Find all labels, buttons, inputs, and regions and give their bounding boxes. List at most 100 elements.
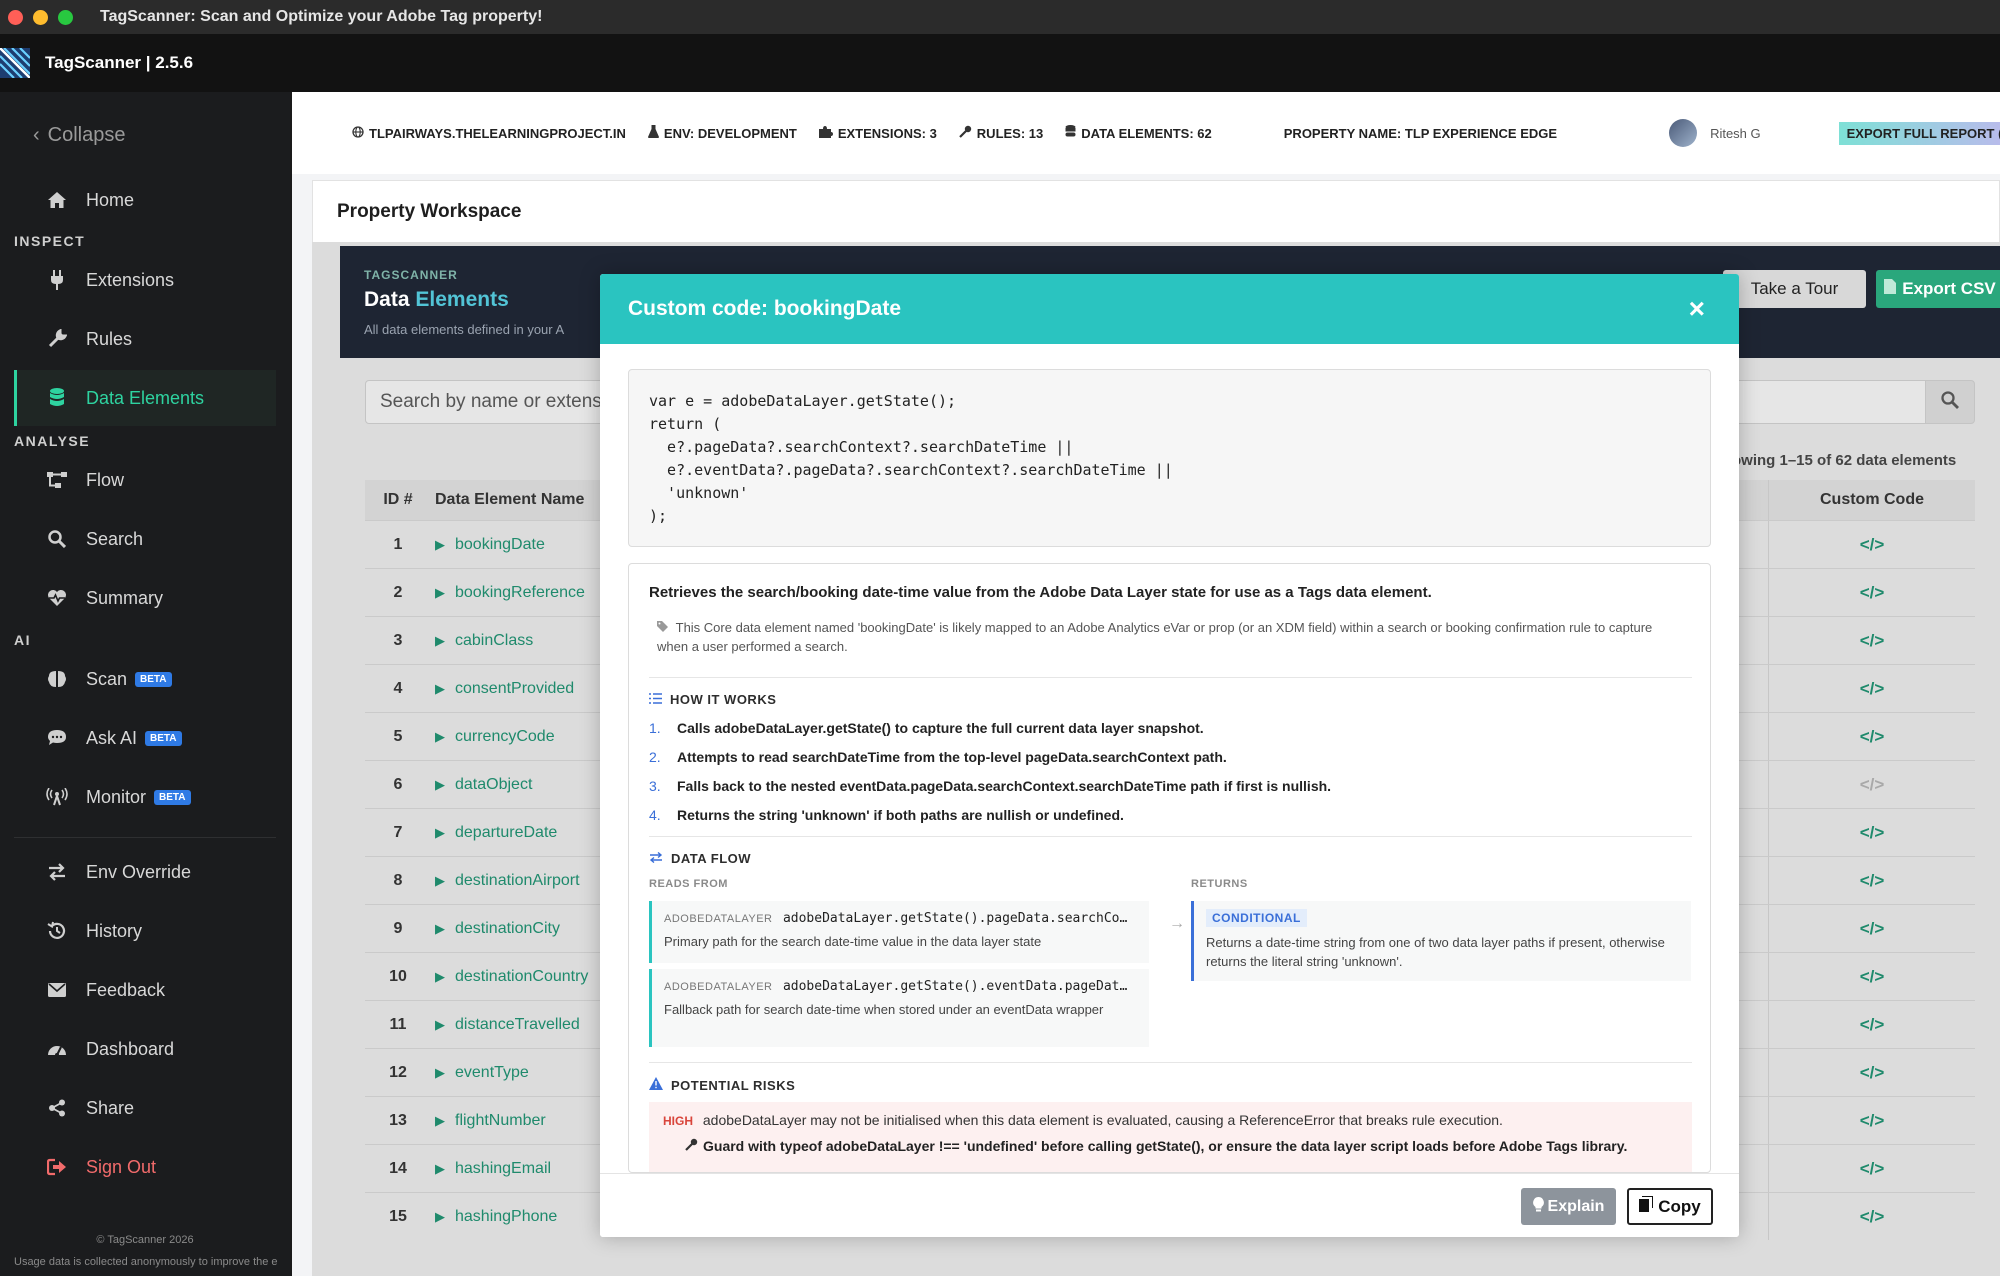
close-window-button[interactable] <box>8 9 23 25</box>
sidebar-item-label: History <box>86 920 143 941</box>
custom-code-icon[interactable]: </> <box>1768 1049 1975 1096</box>
custom-code-icon[interactable]: </> <box>1768 1193 1975 1240</box>
expand-caret-icon[interactable]: ▶ <box>435 969 445 985</box>
sidebar-item-history[interactable]: History <box>14 909 276 953</box>
domain-text: TLPAIRWAYS.THELEARNINGPROJECT.IN <box>369 125 626 141</box>
expand-caret-icon[interactable]: ▶ <box>435 1209 445 1225</box>
user-menu[interactable]: Ritesh G <box>1669 119 1761 147</box>
custom-code-icon[interactable]: </> <box>1768 617 1975 664</box>
sidebar-item-label: Scan <box>86 668 128 689</box>
sidebar-item-ask-ai[interactable]: Ask AI BETA <box>14 716 276 760</box>
expand-caret-icon[interactable]: ▶ <box>435 633 445 649</box>
sidebar-item-label: Share <box>86 1097 135 1118</box>
custom-code-icon[interactable]: </> <box>1768 521 1975 568</box>
step-text: Attempts to read searchDateTime from the… <box>677 749 1227 765</box>
app-header: TagScanner | 2.5.6 <box>0 34 2000 92</box>
window-controls <box>8 9 73 25</box>
custom-code-icon[interactable]: </> <box>1768 905 1975 952</box>
sidebar-item-data-elements[interactable]: Data Elements <box>14 370 276 426</box>
search-button[interactable] <box>1925 380 1975 424</box>
hero-eyebrow: TAGSCANNER <box>364 268 458 282</box>
expand-caret-icon[interactable]: ▶ <box>435 1161 445 1177</box>
data-element-name: flightNumber <box>455 1111 546 1129</box>
step-text: Calls adobeDataLayer.getState() to captu… <box>677 720 1204 736</box>
step-text: Falls back to the nested eventData.pageD… <box>677 778 1332 794</box>
minimize-window-button[interactable] <box>33 9 48 25</box>
expand-caret-icon[interactable]: ▶ <box>435 537 445 553</box>
export-csv-button[interactable]: Export CSV <box>1876 270 2000 308</box>
expand-caret-icon[interactable]: ▶ <box>435 1065 445 1081</box>
rules-info: RULES: 13 <box>959 125 1043 141</box>
export-full-report-button[interactable]: EXPORT FULL REPORT (.XLS <box>1838 121 2000 145</box>
data-element-name: hashingEmail <box>455 1159 552 1177</box>
sidebar-item-summary[interactable]: Summary <box>14 576 276 620</box>
hero-title-part: Data <box>364 288 410 311</box>
divider <box>649 1062 1692 1063</box>
copy-button[interactable]: Copy <box>1627 1188 1713 1225</box>
risk-line: HIGH adobeDataLayer may not be initialis… <box>663 1112 1678 1128</box>
sidebar-item-home[interactable]: Home <box>14 178 276 222</box>
maximize-window-button[interactable] <box>58 9 73 25</box>
sidebar-item-share[interactable]: Share <box>14 1086 276 1130</box>
sidebar-item-env-override[interactable]: Env Override <box>14 850 276 894</box>
collapse-button[interactable]: ‹ Collapse <box>33 124 126 147</box>
row-id: 6 <box>393 775 403 793</box>
sidebar-item-dashboard[interactable]: Dashboard <box>14 1027 276 1071</box>
row-id: 9 <box>393 919 403 937</box>
sidebar-item-flow[interactable]: Flow <box>14 458 276 502</box>
custom-code-icon[interactable]: </> <box>1768 761 1975 808</box>
warning-triangle-icon <box>649 1077 663 1093</box>
expand-caret-icon[interactable]: ▶ <box>435 873 445 889</box>
expand-caret-icon[interactable]: ▶ <box>435 1113 445 1129</box>
data-flow-heading: DATA FLOW <box>649 851 751 866</box>
expand-caret-icon[interactable]: ▶ <box>435 1017 445 1033</box>
row-id: 5 <box>393 727 403 745</box>
custom-code-icon[interactable]: </> <box>1768 1001 1975 1048</box>
source-desc: Primary path for the search date-time va… <box>664 934 1042 949</box>
custom-code-modal: Custom code: bookingDate × var e = adobe… <box>600 274 1739 1237</box>
custom-code-icon[interactable]: </> <box>1768 713 1975 760</box>
copy-icon <box>1639 1195 1655 1217</box>
expand-caret-icon[interactable]: ▶ <box>435 585 445 601</box>
close-icon[interactable]: × <box>1689 295 1705 323</box>
data-element-name: departureDate <box>455 823 558 841</box>
custom-code-icon[interactable]: </> <box>1768 953 1975 1000</box>
collapse-label: Collapse <box>47 124 126 146</box>
expand-caret-icon[interactable]: ▶ <box>435 777 445 793</box>
broadcast-tower-icon <box>42 788 72 806</box>
sidebar-item-monitor[interactable]: Monitor BETA <box>14 775 276 819</box>
custom-code-icon[interactable]: </> <box>1768 1145 1975 1192</box>
step-number: 2. <box>649 749 661 765</box>
custom-code-icon[interactable]: </> <box>1768 569 1975 616</box>
tag-icon <box>657 620 672 635</box>
row-id: 15 <box>389 1207 407 1225</box>
expand-caret-icon[interactable]: ▶ <box>435 729 445 745</box>
heading-text: POTENTIAL RISKS <box>671 1077 796 1093</box>
sidebar-item-search[interactable]: Search <box>14 517 276 561</box>
property-status-bar: TLPAIRWAYS.THELEARNINGPROJECT.IN ENV: DE… <box>292 92 2000 174</box>
copy-label: Copy <box>1658 1196 1701 1216</box>
sidebar-item-extensions[interactable]: Extensions <box>14 258 276 302</box>
risk-fix-text: Guard with typeof adobeDataLayer !== 'un… <box>703 1138 1628 1154</box>
custom-code-icon[interactable]: </> <box>1768 809 1975 856</box>
pagination-summary: owing 1–15 of 62 data elements <box>1732 452 1957 469</box>
step-number: 3. <box>649 778 661 794</box>
column-header-custom-code[interactable]: Custom Code <box>1768 480 1975 520</box>
take-a-tour-button[interactable]: Take a Tour <box>1723 270 1866 308</box>
sidebar-item-sign-out[interactable]: Sign Out <box>14 1145 276 1189</box>
custom-code-icon[interactable]: </> <box>1768 857 1975 904</box>
sidebar-item-feedback[interactable]: Feedback <box>14 968 276 1012</box>
column-header-id[interactable]: ID # <box>365 491 431 509</box>
flow-icon <box>42 471 72 489</box>
expand-caret-icon[interactable]: ▶ <box>435 681 445 697</box>
custom-code-icon[interactable]: </> <box>1768 665 1975 712</box>
custom-code-icon[interactable]: </> <box>1768 1097 1975 1144</box>
sidebar-item-scan[interactable]: Scan BETA <box>14 657 276 701</box>
data-element-name: currencyCode <box>455 727 555 745</box>
hero-subtitle: All data elements defined in your A <box>364 322 565 337</box>
row-id: 13 <box>389 1111 407 1129</box>
sidebar-item-rules[interactable]: Rules <box>14 317 276 361</box>
expand-caret-icon[interactable]: ▶ <box>435 825 445 841</box>
explain-button[interactable]: Explain <box>1521 1188 1616 1225</box>
expand-caret-icon[interactable]: ▶ <box>435 921 445 937</box>
